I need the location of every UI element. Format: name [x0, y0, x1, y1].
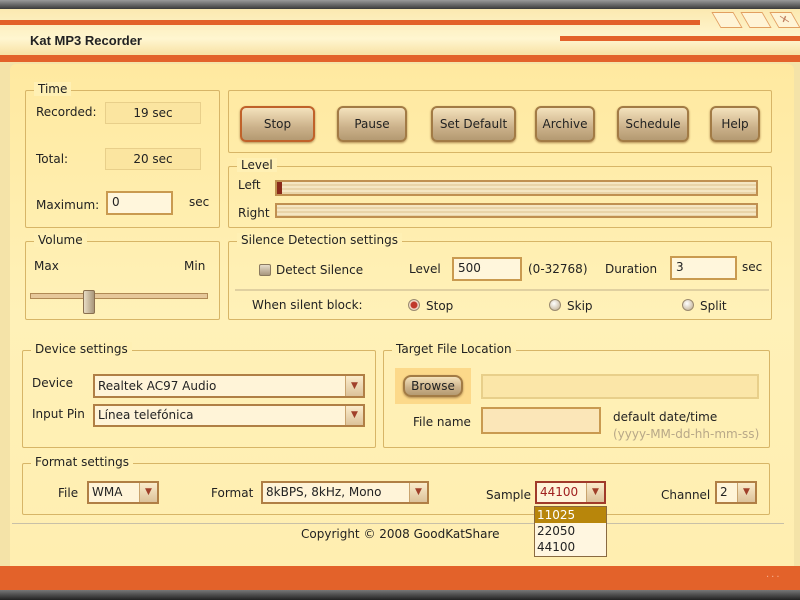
target-legend: Target File Location	[392, 342, 516, 356]
file-type-select[interactable]: WMA ▼	[87, 481, 159, 504]
stop-button[interactable]: Stop	[240, 106, 315, 142]
target-path-input[interactable]	[481, 374, 759, 399]
device-group: Device settings	[22, 342, 376, 448]
default-datetime-label: default date/time	[613, 410, 718, 424]
silence-divider	[235, 289, 769, 291]
sample-select[interactable]: 44100 ▼	[535, 481, 606, 504]
right-level-meter	[275, 203, 758, 218]
title-decoration	[0, 20, 700, 25]
recorded-label: Recorded:	[36, 105, 97, 119]
sample-option[interactable]: 44100	[535, 539, 606, 555]
chevron-down-icon[interactable]: ▼	[345, 406, 363, 425]
sample-option[interactable]: 22050	[535, 523, 606, 539]
silent-block-label: When silent block:	[252, 298, 363, 312]
chevron-down-icon[interactable]: ▼	[345, 376, 363, 396]
window-top-edge	[0, 0, 800, 9]
maximum-input[interactable]: 0	[106, 191, 173, 215]
input-pin-label: Input Pin	[32, 407, 85, 421]
level-group: Level	[228, 158, 772, 228]
level-legend: Level	[237, 158, 277, 172]
left-level-meter	[275, 180, 758, 196]
footer-divider	[12, 523, 784, 524]
silence-legend: Silence Detection settings	[237, 233, 403, 247]
radio-split[interactable]	[682, 299, 694, 311]
left-label: Left	[238, 178, 261, 192]
resize-grip-icon[interactable]: ···	[766, 572, 782, 583]
format-value: 8kBPS, 8kHz, Mono	[266, 485, 382, 499]
file-type-value: WMA	[92, 485, 123, 499]
chevron-down-icon[interactable]: ▼	[139, 483, 157, 502]
radio-skip-label: Skip	[567, 299, 593, 313]
file-type-label: File	[58, 486, 79, 500]
default-datetime-format: (yyyy-MM-dd-hh-mm-ss)	[613, 427, 760, 441]
set-default-button[interactable]: Set Default	[431, 106, 516, 142]
total-value: 20 sec	[105, 148, 201, 170]
left-level-fill	[277, 182, 282, 194]
radio-split-label: Split	[700, 299, 727, 313]
radio-stop-label: Stop	[426, 299, 454, 313]
device-select[interactable]: Realtek AC97 Audio ▼	[93, 374, 365, 398]
detect-silence-checkbox[interactable]	[259, 264, 271, 276]
device-label: Device	[32, 376, 74, 390]
help-button[interactable]: Help	[710, 106, 760, 142]
format-select[interactable]: 8kBPS, 8kHz, Mono ▼	[261, 481, 429, 504]
filename-label: File name	[413, 415, 471, 429]
format-legend: Format settings	[31, 455, 133, 469]
pause-button[interactable]: Pause	[337, 106, 407, 142]
silence-level-label: Level	[409, 262, 441, 276]
detect-silence-label: Detect Silence	[276, 263, 364, 277]
duration-unit: sec	[742, 260, 763, 274]
channel-select[interactable]: 2 ▼	[715, 481, 757, 504]
volume-slider-thumb[interactable]	[83, 290, 96, 314]
channel-value: 2	[720, 485, 728, 499]
title-decoration-right	[560, 36, 800, 41]
maximum-label: Maximum:	[36, 198, 100, 212]
total-label: Total:	[36, 152, 69, 166]
right-label: Right	[238, 206, 270, 220]
window-title: Kat MP3 Recorder	[30, 33, 142, 48]
sample-dropdown-list: 11025 22050 44100	[534, 506, 607, 557]
volume-max-label: Max	[34, 259, 59, 273]
maximum-unit: sec	[189, 195, 210, 209]
input-pin-select[interactable]: Línea telefónica ▼	[93, 404, 365, 427]
title-underline	[0, 55, 800, 62]
schedule-button[interactable]: Schedule	[617, 106, 689, 142]
device-value: Realtek AC97 Audio	[98, 379, 217, 393]
chevron-down-icon[interactable]: ▼	[409, 483, 427, 502]
window-bottom-edge	[0, 590, 800, 600]
silence-level-range: (0-32768)	[528, 262, 588, 276]
input-pin-value: Línea telefónica	[98, 408, 194, 422]
duration-label: Duration	[605, 262, 658, 276]
duration-input[interactable]: 3	[670, 256, 737, 280]
recorded-value: 19 sec	[105, 102, 201, 124]
channel-label: Channel	[661, 488, 711, 502]
format-label: Format	[211, 486, 254, 500]
volume-legend: Volume	[34, 233, 87, 247]
browse-button[interactable]: Browse	[403, 375, 463, 397]
volume-min-label: Min	[184, 259, 206, 273]
silence-level-input[interactable]: 500	[452, 257, 522, 281]
radio-stop[interactable]	[408, 299, 420, 311]
chevron-down-icon[interactable]: ▼	[737, 483, 755, 502]
device-legend: Device settings	[31, 342, 132, 356]
volume-slider-track[interactable]	[30, 293, 208, 299]
chevron-down-icon[interactable]: ▼	[586, 483, 604, 502]
bottom-bar	[0, 566, 800, 590]
filename-input[interactable]	[481, 407, 601, 434]
copyright-text: Copyright © 2008 GoodKatShare	[301, 527, 500, 541]
time-legend: Time	[34, 82, 72, 96]
sample-label: Sample	[486, 488, 531, 502]
radio-skip[interactable]	[549, 299, 561, 311]
volume-group: Volume	[25, 233, 220, 320]
archive-button[interactable]: Archive	[535, 106, 595, 142]
sample-option[interactable]: 11025	[535, 507, 606, 523]
sample-value: 44100	[540, 485, 579, 499]
